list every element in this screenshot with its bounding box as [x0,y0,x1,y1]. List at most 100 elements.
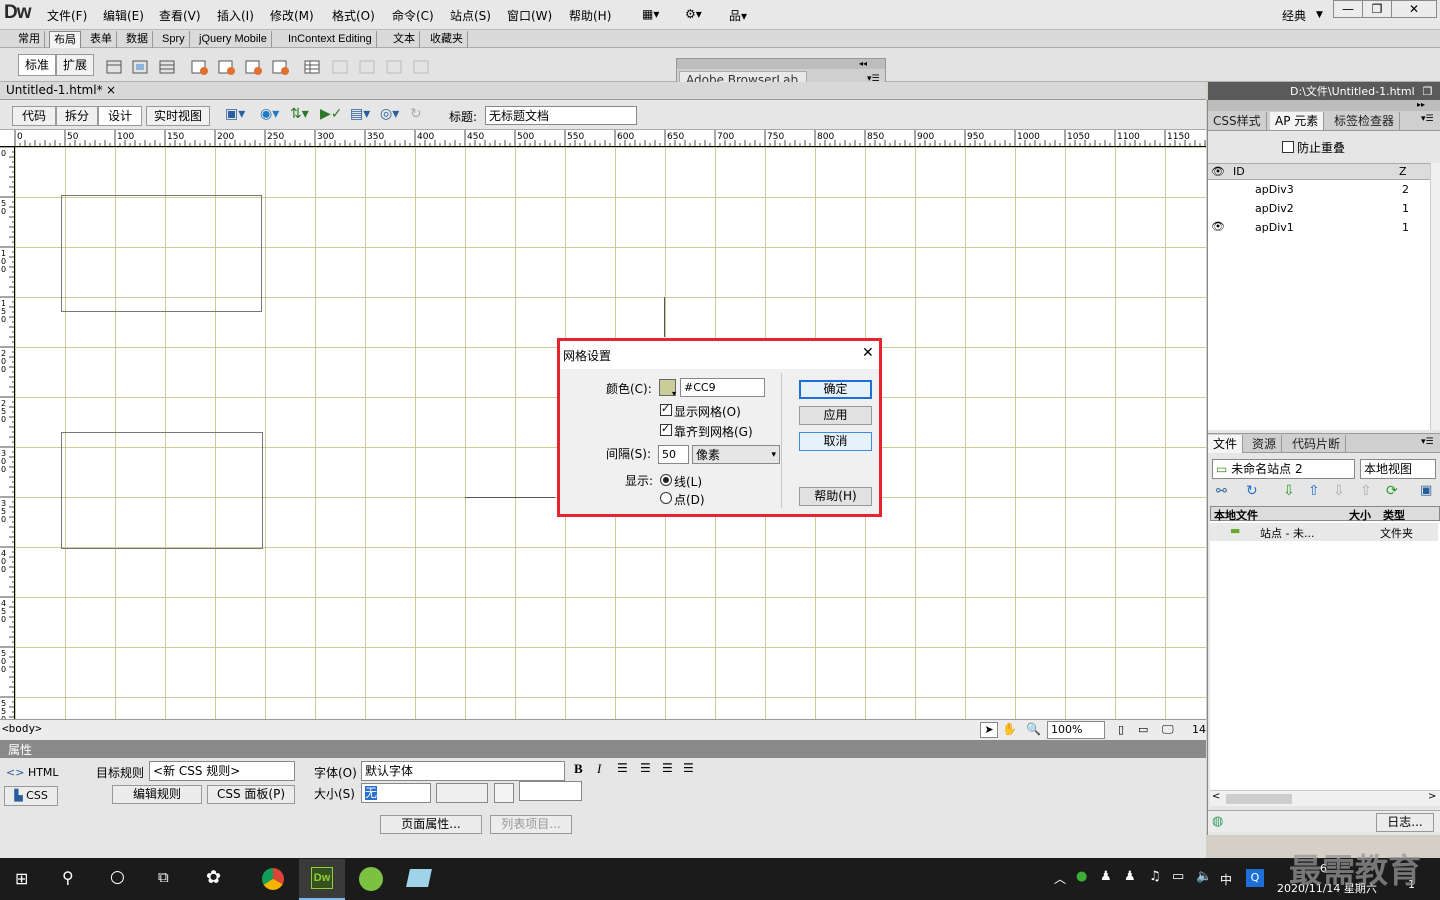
wechat-icon[interactable]: ● [1076,869,1087,884]
notes-app-icon[interactable] [406,869,432,887]
restore-icon[interactable]: ❐ [1423,85,1433,98]
log-button[interactable]: 日志... [1376,813,1434,832]
ok-button[interactable]: 确定 [799,380,872,399]
qq-icon[interactable]: ♟ [1100,869,1112,884]
document-tab[interactable]: Untitled-1.html* [6,83,103,97]
expanded-mode-button[interactable]: 扩展 [56,54,94,76]
site-menu-icon[interactable]: 品▾ [729,7,747,24]
tab-css-styles[interactable]: CSS样式 [1208,112,1267,130]
menu-command[interactable]: 命令(C) [392,7,434,24]
scroll-thumb[interactable] [1226,794,1292,804]
tab-ap-elements[interactable]: AP 元素 [1270,112,1325,130]
justify-icon[interactable]: ☰ [683,761,694,775]
menu-view[interactable]: 查看(V) [159,7,201,24]
ap-div-3-edge[interactable] [664,297,665,337]
scroll-left-icon[interactable]: < [1212,791,1220,802]
scroll-right-icon[interactable]: > [1428,791,1436,802]
ap-row[interactable]: 👁 apDiv1 1 [1208,218,1430,237]
table-icon[interactable] [302,58,322,76]
collapse-icon[interactable]: ▸▸ [1208,100,1440,111]
cortana-icon[interactable]: ○ [110,867,125,887]
align-right-icon[interactable]: ☰ [662,761,673,775]
put-files-icon[interactable]: ⇧ [1308,483,1320,499]
search-icon[interactable]: ⚲ [62,868,74,887]
pointer-tool-icon[interactable]: ➤ [980,722,998,738]
align-left-icon[interactable]: ☰ [617,761,628,775]
show-grid-checkbox[interactable]: ✓ [660,402,672,416]
tab-assets[interactable]: 资源 [1247,435,1283,453]
menu-file[interactable]: 文件(F) [47,7,87,24]
zoom-select[interactable]: 100% [1047,721,1105,739]
ime-indicator[interactable]: 中 [1220,871,1232,888]
tab-common[interactable]: 常用 [14,31,45,48]
help-button[interactable]: 帮助(H) [799,487,872,506]
expand-icon[interactable]: ▣ [1420,483,1432,498]
align-center-icon[interactable]: ☰ [640,761,651,775]
tab-jquery-mobile[interactable]: jQuery Mobile [195,31,272,48]
tab-incontext[interactable]: InContext Editing [284,31,377,48]
insert-div-icon[interactable] [104,58,124,76]
css-mode-button[interactable]: ▙ CSS [4,786,58,806]
apply-button[interactable]: 应用 [799,406,872,425]
bold-button[interactable]: B [574,761,583,777]
files-hscrollbar[interactable]: < > [1210,790,1440,806]
view-select[interactable]: 本地视图 [1360,459,1436,479]
menu-format[interactable]: 格式(O) [332,7,375,24]
minimize-button[interactable]: — [1333,0,1363,18]
cancel-button[interactable]: 取消 [799,432,872,451]
size-select[interactable]: 无 [361,783,431,803]
live-view-button[interactable]: 实时视图 [146,106,210,126]
gear-icon[interactable]: ⚙▾ [685,7,702,21]
tablet-size-icon[interactable]: ▭ [1138,723,1148,736]
tab-snippets[interactable]: 代码片断 [1287,435,1347,453]
input-method-icon[interactable]: Q [1246,869,1264,887]
unit-select[interactable]: 像素 ▾ [692,445,780,464]
menu-modify[interactable]: 修改(M) [270,7,314,24]
spry-collapsible-icon[interactable] [270,58,290,76]
panel-menu-icon[interactable]: ▾☰ [1421,437,1434,447]
collapse-icon[interactable]: ◂◂ [677,59,885,69]
title-input[interactable]: 无标题文档 [485,106,637,125]
tab-spry[interactable]: Spry [158,31,190,48]
spry-tabbed-icon[interactable] [216,58,236,76]
tab-favorites[interactable]: 收藏夹 [426,31,468,48]
window-size-icon[interactable]: ▯ [1118,723,1124,736]
preview-browser-icon[interactable]: ◉▾ [260,106,279,122]
ap-div-3-edge[interactable] [465,497,555,498]
dot-radio[interactable] [660,492,672,504]
menu-site[interactable]: 站点(S) [450,7,491,24]
close-tab-icon[interactable]: × [106,83,116,97]
green-app-icon[interactable] [359,867,383,891]
chrome-icon[interactable] [262,868,284,890]
text-color-swatch[interactable] [494,783,514,803]
html-mode-button[interactable]: <> HTML [6,766,59,779]
windows-start-icon[interactable]: ⊞ [15,869,28,888]
tab-data[interactable]: 数据 [122,31,153,48]
insert-fluid-div-icon[interactable] [130,58,150,76]
font-select[interactable]: 默认字体 [361,761,565,781]
layout-menu-icon[interactable]: ▦▾ [642,7,659,21]
check-compat-icon[interactable]: ▤▾ [350,106,370,122]
file-management-icon[interactable]: ⇅▾ [290,106,309,122]
design-view-button[interactable]: 设计 [98,106,142,126]
spacing-input[interactable]: 50 [658,445,689,464]
ap-div-2[interactable] [61,432,263,549]
color-swatch-button[interactable]: ▾ [659,379,676,398]
edit-rule-button[interactable]: 编辑规则 [112,785,202,804]
close-icon[interactable]: ✕ [862,345,874,361]
tag-selector[interactable]: <body> [2,722,42,735]
ap-row[interactable]: apDiv2 1 [1208,199,1430,218]
eye-icon[interactable]: 👁 [1211,220,1225,233]
desktop-size-icon[interactable]: 🖵 [1162,722,1174,737]
refresh-icon[interactable]: ↻ [410,106,422,122]
ap-scrollbar[interactable] [1430,163,1440,430]
workspace-switcher[interactable]: 经典 [1282,7,1306,24]
spry-accordion-icon[interactable] [243,58,263,76]
line-radio[interactable] [660,474,672,486]
sync-icon[interactable]: ⟳ [1386,483,1398,499]
refresh-icon[interactable]: ↻ [1246,483,1258,499]
standard-mode-button[interactable]: 标准 [18,54,56,76]
tab-files[interactable]: 文件 [1208,435,1244,453]
ap-row[interactable]: apDiv3 2 [1208,180,1430,199]
code-view-button[interactable]: 代码 [12,106,56,126]
